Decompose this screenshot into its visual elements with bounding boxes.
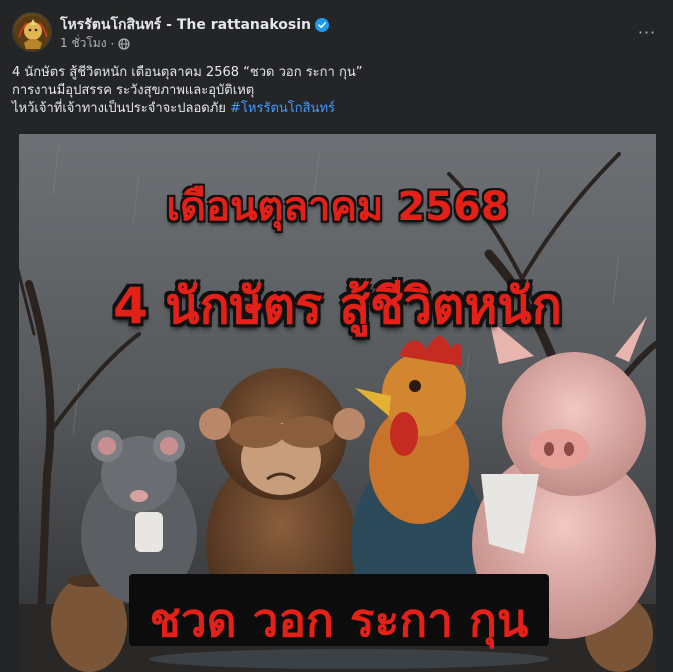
post-caption: 4 นักษัตร สู้ชีวิตหนัก เดือนตุลาคม 2568 … [12,64,652,118]
image-zodiac-names: ชวด วอก ระกา กุน [149,593,529,647]
post-timestamp[interactable]: 1 ชั่วโมง [60,34,107,53]
page-name-row: โหรรัตนโกสินทร์ - The rattanakosin [60,14,330,36]
caption-line-2: การงานมีอุปสรรค ระวังสุขภาพและอุบัติเหตุ [12,83,255,98]
post-meta: 1 ชั่วโมง · [60,34,130,53]
more-options-button[interactable]: ··· [633,18,661,46]
page-name[interactable]: โหรรัตนโกสินทร์ - The rattanakosin [60,14,311,36]
verified-badge-icon [315,18,330,32]
image-title-month: เดือนตุลาคม 2568 [166,184,509,230]
page-avatar[interactable] [12,12,52,52]
more-options-icon: ··· [637,22,657,42]
facebook-post: โหรรัตนโกสินทร์ - The rattanakosin 1 ชั่… [0,0,673,672]
caption-line-3-text: ไหว้เจ้าที่เจ้าทางเป็นประจำจะปลอดภัย [12,101,226,116]
hashtag-link[interactable]: #โหรรัตนโกสินทร์ [230,101,335,116]
meta-separator: · [110,36,115,51]
image-title-main: 4 นักษัตร สู้ชีวิตหนัก [113,277,562,335]
post-header: โหรรัตนโกสินทร์ - The rattanakosin 1 ชั่… [12,12,661,54]
post-image[interactable]: เดือนตุลาคม 2568 4 นักษัตร สู้ชีวิตหนัก … [19,134,656,672]
globe-icon[interactable] [118,37,130,50]
caption-line-1: 4 นักษัตร สู้ชีวิตหนัก เดือนตุลาคม 2568 … [12,65,363,80]
caption-line-3: ไหว้เจ้าที่เจ้าทางเป็นประจำจะปลอดภัย #โห… [12,100,652,118]
avatar-emblem-icon [15,15,51,51]
